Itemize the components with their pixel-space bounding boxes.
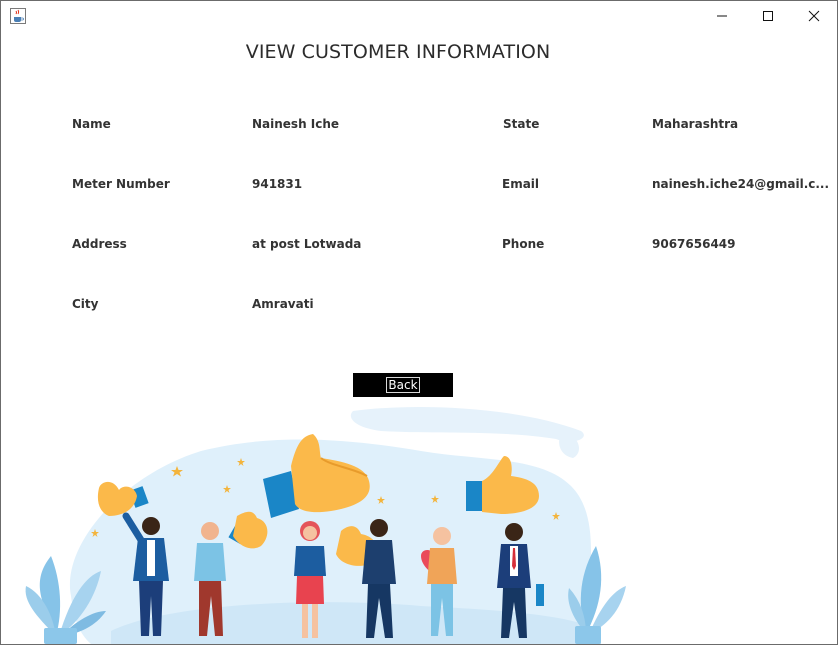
city-value: Amravati [252,297,314,311]
email-label: Email [502,177,540,191]
customer-info-window: VIEW CUSTOMER INFORMATION Name Nainesh I… [0,0,838,645]
meter-number-label: Meter Number [72,177,170,191]
city-label: City [72,297,99,311]
java-coffee-icon [10,8,26,24]
maximize-button[interactable] [745,1,791,31]
back-button-label: Back [386,377,420,393]
state-value: Maharashtra [652,117,739,131]
maximize-icon [762,10,774,22]
phone-value: 9067656449 [652,237,736,251]
back-button[interactable]: Back [353,373,453,397]
address-value: at post Lotwada [252,237,362,251]
close-icon [808,10,820,22]
page-title: VIEW CUSTOMER INFORMATION [245,41,551,63]
meter-number-value: 941831 [252,177,303,191]
name-label: Name [72,117,111,131]
thumbs-up-people-illustration [25,407,626,644]
close-button[interactable] [791,1,837,31]
minimize-icon [716,10,728,22]
title-bar [1,1,837,31]
state-label: State [503,117,540,131]
minimize-button[interactable] [699,1,745,31]
address-label: Address [72,237,127,251]
phone-label: Phone [502,237,545,251]
name-value: Nainesh Iche [252,117,340,131]
email-value: nainesh.iche24@gmail.c... [652,177,830,191]
